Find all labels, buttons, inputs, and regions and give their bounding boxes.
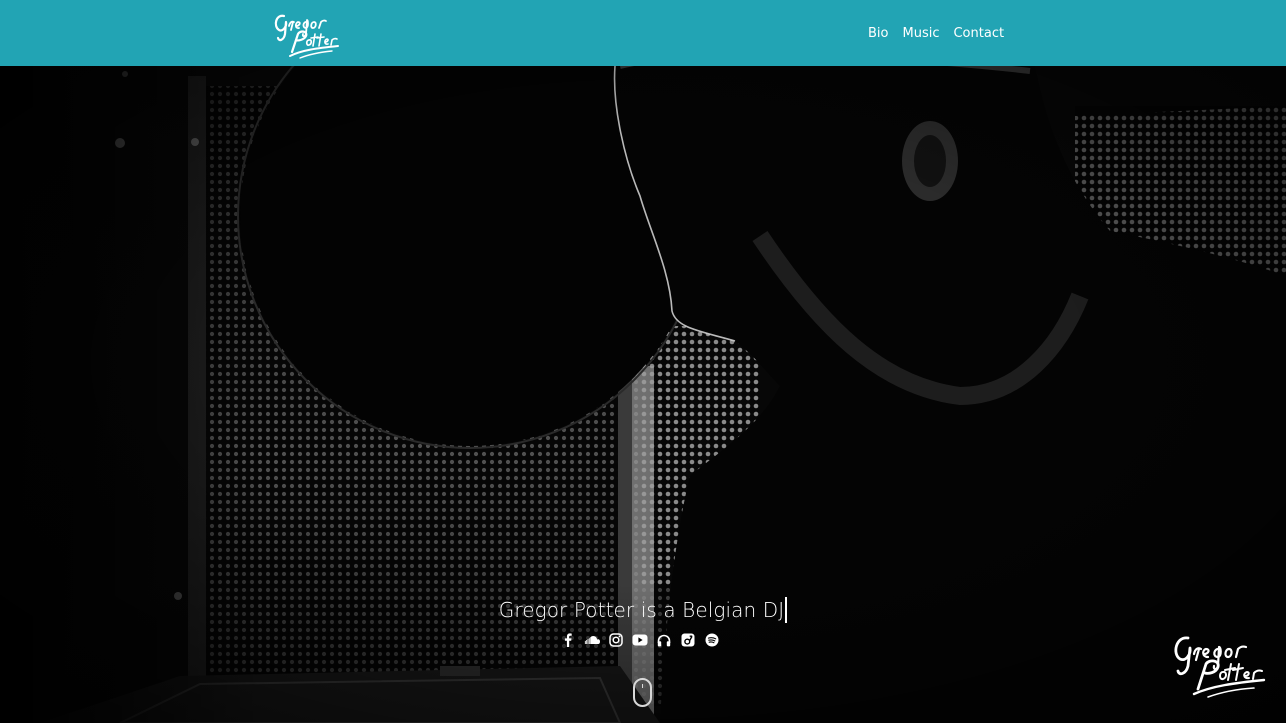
social-links — [560, 632, 720, 648]
nav-link-contact[interactable]: Contact — [953, 26, 1004, 41]
soundcloud-icon[interactable] — [584, 632, 600, 648]
hero-tagline: Gregor Potter is a Belgian DJ — [0, 597, 1286, 623]
site-logo[interactable] — [270, 4, 342, 62]
hero-section: Gregor Potter is a Belgian DJ — [0, 66, 1286, 723]
corner-logo — [1174, 636, 1266, 698]
main-nav: Bio Music Contact — [868, 22, 1004, 44]
page: Bio Music Contact Gregor Potter is a Bel… — [0, 0, 1286, 723]
beatport-icon[interactable] — [680, 632, 696, 648]
nav-link-bio[interactable]: Bio — [868, 26, 888, 41]
youtube-icon[interactable] — [632, 632, 648, 648]
hero-tagline-text: Gregor Potter is a Belgian DJ — [498, 598, 785, 622]
headphones-icon[interactable] — [656, 632, 672, 648]
site-header: Bio Music Contact — [0, 0, 1286, 66]
facebook-icon[interactable] — [560, 632, 576, 648]
spotify-icon[interactable] — [704, 632, 720, 648]
mouse-scroll-icon[interactable] — [633, 678, 652, 707]
hero-background-photo — [0, 66, 1286, 723]
nav-link-music[interactable]: Music — [902, 26, 939, 41]
typing-cursor — [785, 597, 788, 623]
instagram-icon[interactable] — [608, 632, 624, 648]
